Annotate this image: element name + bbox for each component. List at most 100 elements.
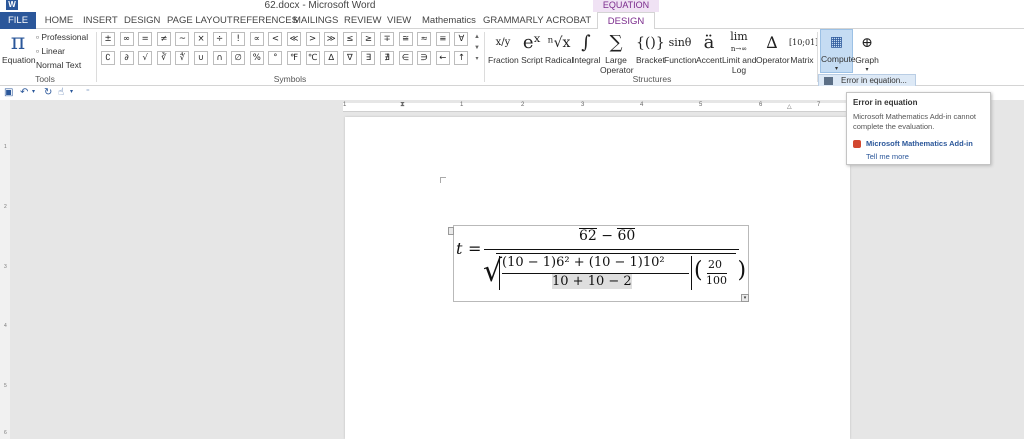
equation-button[interactable]: π Equation <box>2 31 36 75</box>
symbol-button[interactable]: ∈ <box>398 51 413 65</box>
compute-button[interactable]: ▦ Compute ▾ <box>820 29 856 73</box>
symbol-button[interactable]: ∩ <box>212 51 227 65</box>
accent-icon: ä <box>703 32 715 53</box>
symbol-button[interactable]: ↑ <box>454 51 469 65</box>
equation-container[interactable]: ▾ t = 62 − 60 √ (10 − 1)6² + (10 − 1)10²… <box>448 225 749 302</box>
symbol-button[interactable]: ≈ <box>417 32 432 46</box>
title-bar: W 62.docx - Microsoft Word EQUATION TOOL… <box>0 0 1024 21</box>
symbol-button[interactable]: ∁ <box>101 51 115 65</box>
symbol-button[interactable]: ℉ <box>287 51 301 65</box>
function-button[interactable]: sinθ Function <box>664 31 697 65</box>
symbol-button[interactable]: ∓ <box>380 32 394 46</box>
symbol-button[interactable]: ± <box>101 32 115 46</box>
tab-file[interactable]: FILE <box>0 12 36 29</box>
symbol-button[interactable]: ℃ <box>305 51 320 65</box>
indent-marker[interactable]: ⧗ <box>400 101 405 109</box>
symbol-button[interactable]: ≫ <box>324 32 339 46</box>
symbol-button[interactable]: ∄ <box>380 51 394 65</box>
normal-text-button[interactable]: Normal Text <box>36 59 81 71</box>
symbol-button[interactable]: ° <box>268 51 283 65</box>
tab-mathematics[interactable]: Mathematics <box>422 12 476 29</box>
professional-button[interactable]: ▫ Professional <box>36 31 88 43</box>
redo-icon[interactable]: ↻ <box>44 87 52 98</box>
calculator-icon <box>824 77 833 85</box>
integral-button[interactable]: ∫ Integral <box>572 31 600 65</box>
tab-home[interactable]: HOME <box>44 12 74 29</box>
symbol-button[interactable]: ∞ <box>119 32 134 46</box>
limit-and-log-button[interactable]: lim n→∞ Limit and Log <box>722 31 757 75</box>
tab-design[interactable]: DESIGN <box>124 12 160 29</box>
accent-button[interactable]: ä Accent <box>696 31 722 65</box>
symbol-button[interactable]: ≤ <box>342 32 357 46</box>
symbol-button[interactable]: ∀ <box>454 32 469 46</box>
equation-options-dropdown[interactable]: ▾ <box>741 294 749 302</box>
symbol-button[interactable]: ≠ <box>156 32 171 46</box>
symbol-button[interactable]: ≥ <box>361 32 376 46</box>
symbol-button[interactable]: ∆ <box>324 51 339 65</box>
symbol-button[interactable]: ∇ <box>342 51 357 65</box>
undo-icon[interactable]: ↶ <box>20 87 28 98</box>
radical-bar <box>496 253 736 254</box>
tab-grammarly[interactable]: GRAMMARLY <box>483 12 544 29</box>
symbol-button[interactable]: ∪ <box>194 51 208 65</box>
symbol-button[interactable]: ≡ <box>435 32 450 46</box>
symbol-button[interactable]: ∅ <box>231 51 246 65</box>
bracket-button[interactable]: {()} Bracket <box>636 31 665 65</box>
chevron-down-icon[interactable]: ▾ <box>70 87 73 98</box>
chevron-down-icon[interactable]: ▾ <box>32 87 35 98</box>
symbol-button[interactable]: < <box>268 32 283 46</box>
tab-acrobat[interactable]: ACROBAT <box>546 12 591 29</box>
tab-page-layout[interactable]: PAGE LAYOUT <box>167 12 233 29</box>
symbol-button[interactable]: ≪ <box>287 32 301 46</box>
bracket-icon: {()} <box>636 35 665 51</box>
main-fraction-bar <box>484 249 739 250</box>
addin-link[interactable]: Microsoft Mathematics Add-in <box>866 139 973 148</box>
script-button[interactable]: eˣ Script <box>519 31 545 65</box>
symbol-button[interactable]: ~ <box>175 32 190 46</box>
vertical-ruler[interactable]: 1 2 3 4 5 6 <box>0 100 10 439</box>
symbol-button[interactable]: ∝ <box>249 32 264 46</box>
symbol-button[interactable]: = <box>138 32 153 46</box>
symbols-scroll-down[interactable]: ▼ <box>473 43 481 53</box>
right-indent-marker[interactable]: △ <box>787 103 792 110</box>
customize-toolbar-icon[interactable]: ⁼ <box>86 87 90 98</box>
tab-view[interactable]: VIEW <box>387 12 411 29</box>
save-icon[interactable]: ▣ <box>4 87 13 98</box>
large-operator-button[interactable]: ∑ Large Operator <box>600 31 634 75</box>
tell-me-more-link[interactable]: Tell me more <box>866 152 909 161</box>
symbol-button[interactable]: √ <box>138 51 153 65</box>
symbol-button[interactable]: ÷ <box>212 32 227 46</box>
radical-button[interactable]: ⁿ√x Radical <box>545 31 573 65</box>
symbol-button[interactable]: ∜ <box>175 51 190 65</box>
mean-a: 62 <box>579 228 597 244</box>
touch-mode-icon[interactable]: ☝ <box>58 87 64 98</box>
operator-button[interactable]: ∆ Operator <box>756 31 790 65</box>
symbol-button[interactable]: ∛ <box>156 51 171 65</box>
symbols-scroll-up[interactable]: ▲ <box>473 32 481 42</box>
fraction-icon: x/y <box>495 37 511 48</box>
equation-tools-context-label: EQUATION TOOLS <box>593 0 659 21</box>
linear-button[interactable]: ▫ Linear <box>36 45 65 57</box>
graph-button[interactable]: ⊕ Graph ▾ <box>855 31 879 75</box>
symbol-button[interactable]: % <box>249 51 264 65</box>
symbols-more[interactable]: ▾ <box>473 54 481 64</box>
matrix-button[interactable]: [10;01] Matrix <box>789 31 818 65</box>
symbol-button[interactable]: ∂ <box>119 51 134 65</box>
horizontal-ruler[interactable]: 1 1 2 3 4 5 6 7 ⧗ △ <box>343 101 850 112</box>
symbol-button[interactable]: × <box>194 32 208 46</box>
tab-equation-design[interactable]: DESIGN <box>597 12 655 30</box>
tab-mailings[interactable]: MAILINGS <box>293 12 338 29</box>
symbol-button[interactable]: ≅ <box>398 32 413 46</box>
symbol-button[interactable]: ∋ <box>417 51 432 65</box>
tab-references[interactable]: REFERENCES <box>233 12 298 29</box>
fraction-button[interactable]: x/y Fraction <box>488 31 519 65</box>
small-denominator: 100 <box>706 274 727 287</box>
tab-review[interactable]: REVIEW <box>344 12 381 29</box>
tab-insert[interactable]: INSERT <box>83 12 118 29</box>
symbol-button[interactable]: ! <box>231 32 246 46</box>
equation-handle[interactable] <box>448 227 454 235</box>
small-numerator: 20 <box>708 258 722 271</box>
symbol-button[interactable]: > <box>305 32 320 46</box>
symbol-button[interactable]: ∃ <box>361 51 376 65</box>
symbol-button[interactable]: ← <box>435 51 450 65</box>
